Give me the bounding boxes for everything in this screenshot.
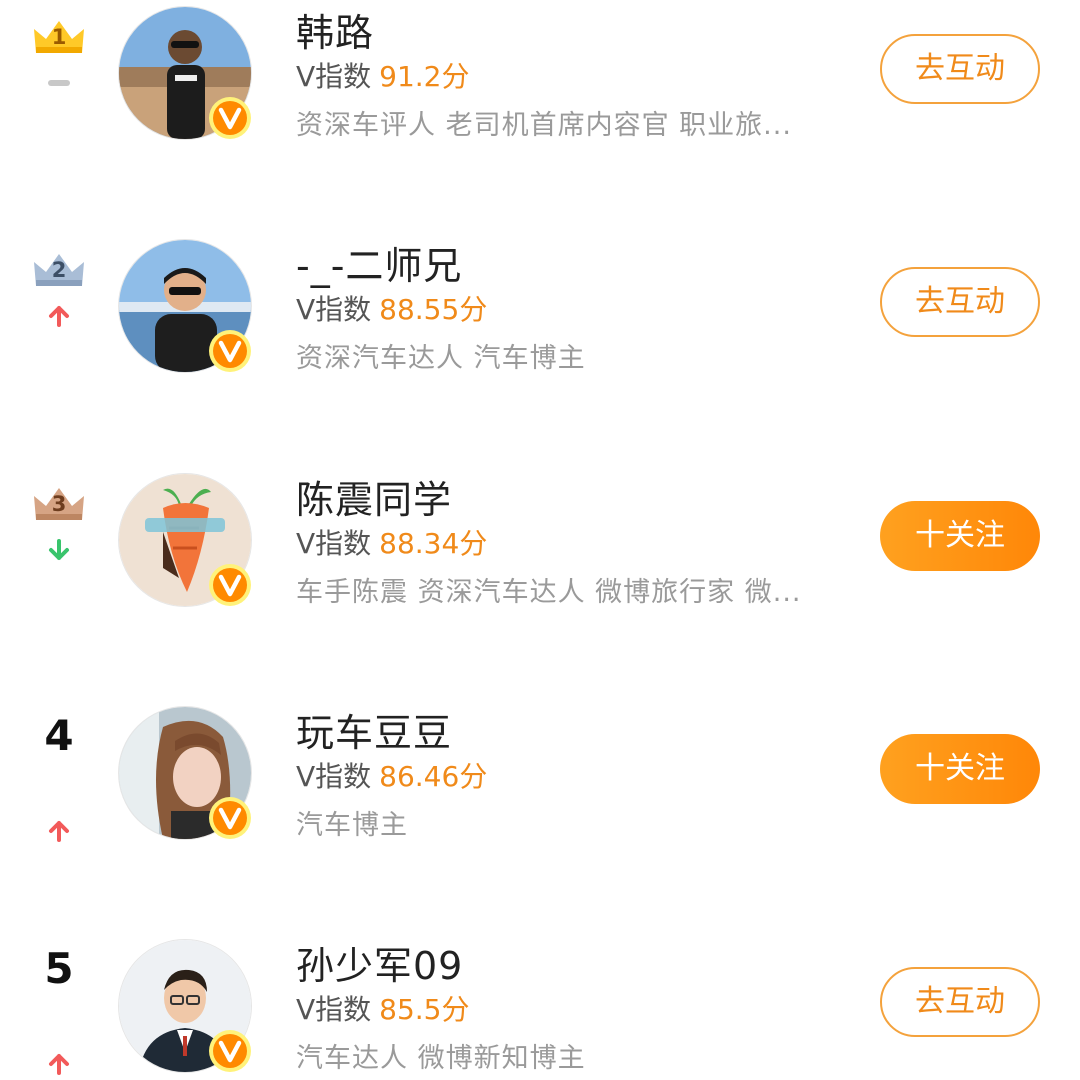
rank-indicator: 4 xyxy=(30,711,88,842)
verified-badge-icon xyxy=(208,96,252,140)
rank-indicator: 2 xyxy=(30,248,88,348)
v-index-value: 91.2分 xyxy=(379,60,470,93)
rank-indicator: 5 xyxy=(30,944,88,1075)
trend-up-icon xyxy=(46,819,72,843)
v-index: V指数 86.46分 xyxy=(296,755,487,795)
rank-number: 3 xyxy=(51,492,67,516)
user-description: 汽车博主 xyxy=(296,810,408,841)
v-index: V指数 91.2分 xyxy=(296,55,470,95)
v-index-label: V指数 xyxy=(296,293,372,326)
verified-badge-icon xyxy=(208,563,252,607)
user-description: 车手陈震 资深汽车达人 微博旅行家 微... xyxy=(296,577,802,608)
trend-up-icon xyxy=(46,1052,72,1076)
user-description: 汽车达人 微博新知博主 xyxy=(296,1043,586,1074)
ranking-list: 1 韩路 V指数 91.2分 资深车评人 老司机首席内容官 职业旅... 去互动… xyxy=(0,0,1080,1080)
verified-badge-icon xyxy=(208,329,252,373)
user-name[interactable]: 韩路 xyxy=(296,2,374,57)
rank-indicator: 3 xyxy=(30,482,88,582)
rank-indicator: 1 xyxy=(30,15,88,115)
follow-button[interactable]: 十关注 xyxy=(880,501,1040,571)
user-name[interactable]: -_-二师兄 xyxy=(296,235,462,290)
v-index: V指数 88.34分 xyxy=(296,522,487,562)
avatar[interactable] xyxy=(118,6,252,140)
v-index-label: V指数 xyxy=(296,527,372,560)
trend-up-icon xyxy=(46,304,72,328)
v-index-value: 86.46分 xyxy=(379,760,488,793)
interact-button[interactable]: 去互动 xyxy=(880,34,1040,104)
user-description: 资深车评人 老司机首席内容官 职业旅... xyxy=(296,110,792,141)
bronze-crown-icon: 3 xyxy=(32,482,86,524)
user-name[interactable]: 陈震同学 xyxy=(296,469,452,524)
follow-button[interactable]: 十关注 xyxy=(880,734,1040,804)
rank-number: 1 xyxy=(51,25,67,49)
trend-down-icon xyxy=(46,538,72,562)
v-index-value: 85.5分 xyxy=(379,993,470,1026)
user-name[interactable]: 孙少军09 xyxy=(296,935,463,990)
v-index-label: V指数 xyxy=(296,760,372,793)
trend-flat-icon xyxy=(46,71,72,95)
silver-crown-icon: 2 xyxy=(32,248,86,290)
avatar[interactable] xyxy=(118,473,252,607)
gold-crown-icon: 1 xyxy=(32,15,86,57)
user-name[interactable]: 玩车豆豆 xyxy=(296,702,452,757)
verified-badge-icon xyxy=(208,1029,252,1073)
v-index-label: V指数 xyxy=(296,993,372,1026)
rank-number: 5 xyxy=(44,944,74,993)
rank-number: 2 xyxy=(51,258,67,282)
ranking-row[interactable]: 2 -_-二师兄 V指数 88.55分 资深汽车达人 汽车博主 去互动 xyxy=(0,233,1080,374)
user-description: 资深汽车达人 汽车博主 xyxy=(296,343,586,374)
ranking-row[interactable]: 5 孙少军09 V指数 85.5分 汽车达人 微博新知博主 去互动 xyxy=(0,933,1080,1075)
v-index-value: 88.34分 xyxy=(379,527,488,560)
v-index-value: 88.55分 xyxy=(379,293,488,326)
v-index: V指数 88.55分 xyxy=(296,288,487,328)
v-index: V指数 85.5分 xyxy=(296,988,470,1028)
ranking-row[interactable]: 1 韩路 V指数 91.2分 资深车评人 老司机首席内容官 职业旅... 去互动 xyxy=(0,0,1080,141)
ranking-row[interactable]: 3 陈震同学 V指数 88.34分 车手陈震 资深汽车达人 微博旅行家 微...… xyxy=(0,467,1080,608)
avatar[interactable] xyxy=(118,939,252,1073)
avatar[interactable] xyxy=(118,239,252,373)
verified-badge-icon xyxy=(208,796,252,840)
ranking-row[interactable]: 4 玩车豆豆 V指数 86.46分 汽车博主 十关注 xyxy=(0,700,1080,842)
interact-button[interactable]: 去互动 xyxy=(880,967,1040,1037)
v-index-label: V指数 xyxy=(296,60,372,93)
interact-button[interactable]: 去互动 xyxy=(880,267,1040,337)
rank-number: 4 xyxy=(44,711,74,760)
avatar[interactable] xyxy=(118,706,252,840)
